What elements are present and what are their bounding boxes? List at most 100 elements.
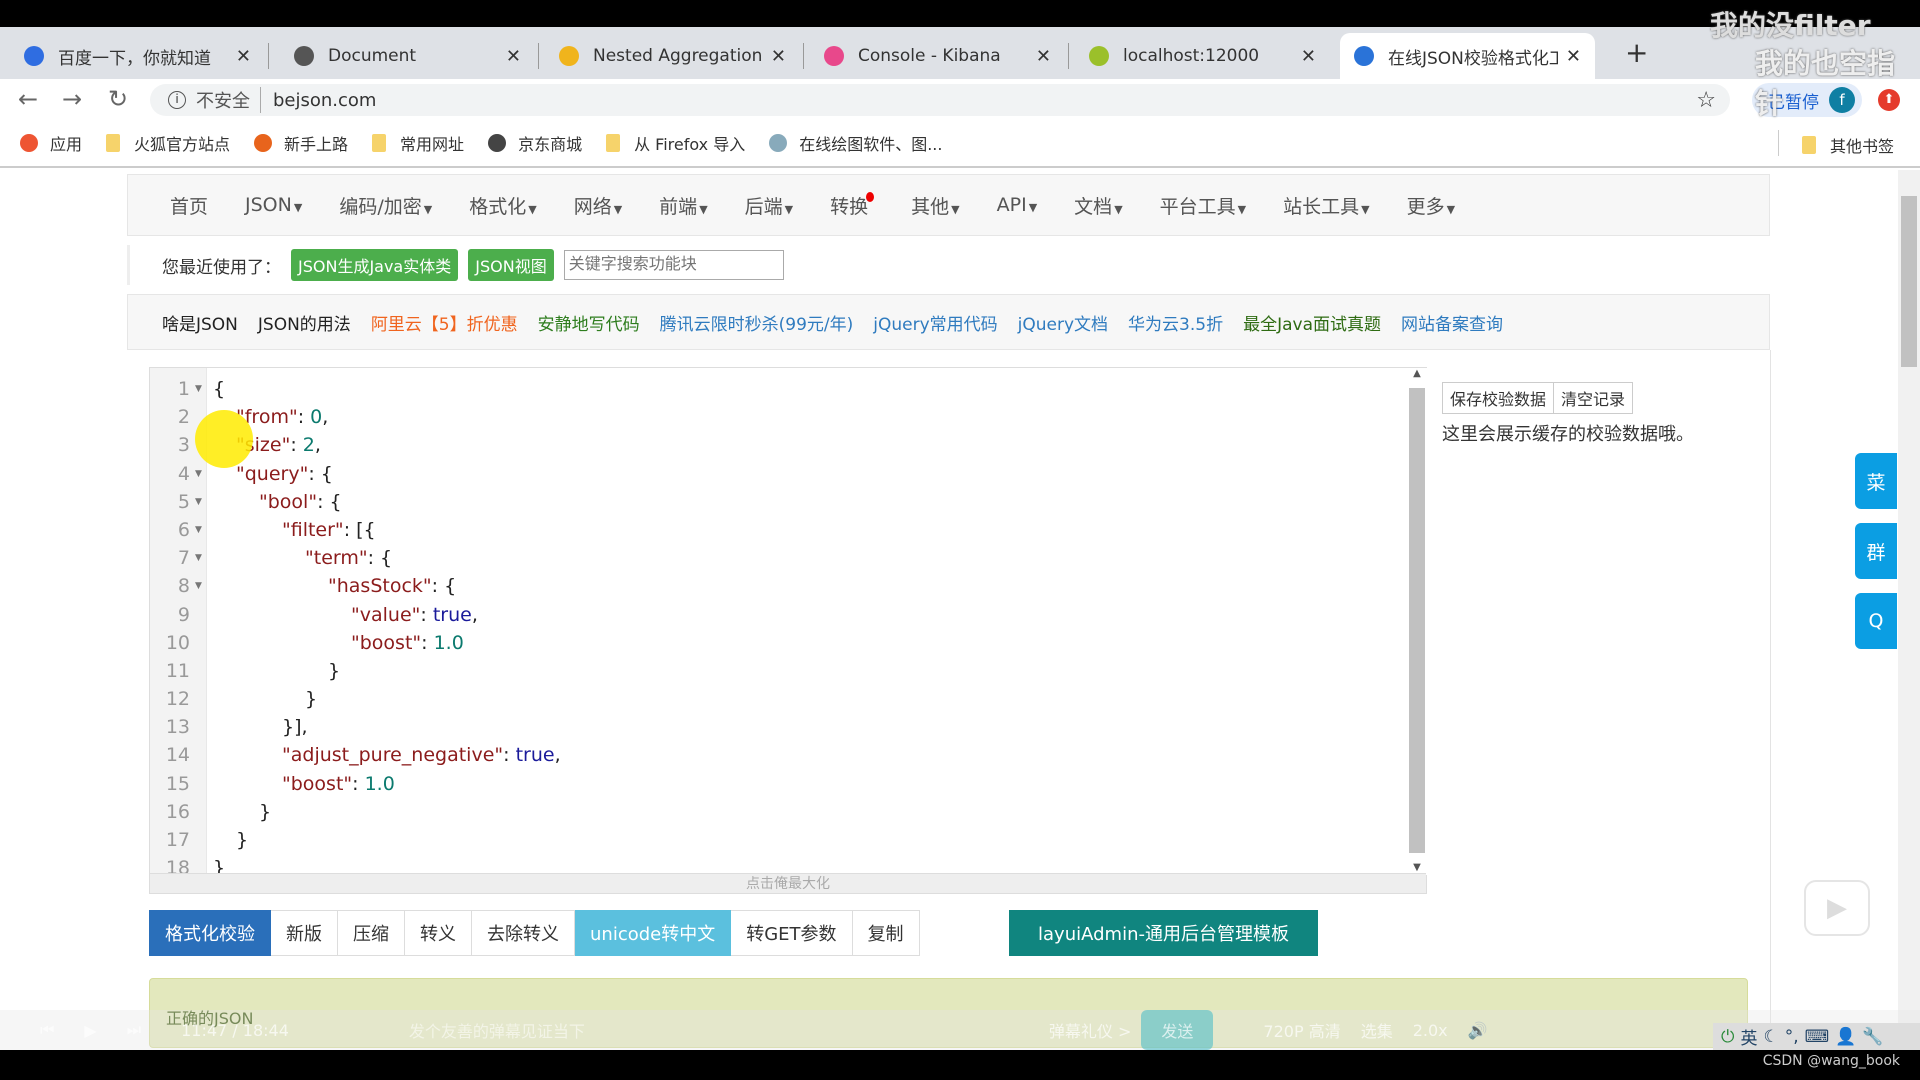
qq-float-button[interactable]: Q [1855, 593, 1897, 649]
danmaku-input[interactable]: 发个友善的弹幕见证当下 [409, 1018, 1029, 1042]
nav-item-1[interactable]: JSON ▼ [245, 194, 302, 216]
bookmark-item[interactable]: 火狐官方站点 [106, 131, 230, 155]
tab-4[interactable]: localhost:12000 ✕ [1075, 33, 1330, 79]
promo-link[interactable]: 阿里云【5】折优惠 [371, 310, 518, 335]
scroll-down-icon[interactable]: ▼ [1407, 862, 1427, 873]
maximize-editor-bar[interactable]: 点击俺最大化 [150, 873, 1426, 893]
toolbar-button-4[interactable]: 去除转义 [472, 910, 575, 956]
page-scroll-thumb[interactable] [1901, 196, 1917, 367]
nav-item-9[interactable]: API ▼ [997, 194, 1038, 216]
tab-close-icon[interactable]: ✕ [506, 46, 521, 67]
ime-language[interactable]: 英 [1740, 1024, 1757, 1049]
bookmark-item[interactable]: 应用 [20, 131, 82, 155]
fold-arrow-icon[interactable]: ▼ [190, 460, 207, 488]
tab-2[interactable]: Nested Aggregation ✕ [545, 33, 800, 79]
bookmark-item[interactable]: 京东商城 [488, 131, 582, 155]
info-icon[interactable]: i [168, 91, 186, 109]
nav-item-13[interactable]: 更多 ▼ [1407, 192, 1455, 219]
nav-item-0[interactable]: 首页 [170, 192, 208, 219]
function-search-input[interactable] [563, 250, 784, 280]
clear-records-button[interactable]: 清空记录 [1554, 382, 1634, 414]
promo-link[interactable]: 安静地写代码 [538, 310, 640, 335]
tab-close-icon[interactable]: ✕ [1566, 46, 1581, 67]
scroll-up-icon[interactable]: ▲ [1407, 368, 1427, 379]
ime-user-icon[interactable]: 👤 [1835, 1027, 1856, 1047]
tab-close-icon[interactable]: ✕ [1036, 46, 1051, 67]
nav-item-5[interactable]: 前端 ▼ [659, 192, 707, 219]
save-validation-button[interactable]: 保存校验数据 [1442, 382, 1555, 414]
bookmark-item[interactable]: 新手上路 [254, 131, 348, 155]
recent-json-to-java-button[interactable]: JSON生成Java实体类 [291, 249, 459, 281]
prev-icon[interactable]: ⏮ [40, 1020, 54, 1040]
tab-5[interactable]: 在线JSON校验格式化工 ✕ [1340, 33, 1595, 79]
tab-3[interactable]: Console - Kibana ✕ [810, 33, 1065, 79]
bookmark-star-icon[interactable]: ☆ [1696, 88, 1716, 113]
nav-item-4[interactable]: 网络 ▼ [574, 192, 622, 219]
fold-arrow-icon[interactable]: ▼ [190, 375, 207, 403]
reload-icon[interactable]: ↻ [108, 85, 128, 113]
promo-link[interactable]: 华为云3.5折 [1128, 310, 1223, 335]
toolbar-button-0[interactable]: 格式化校验 [149, 910, 271, 956]
promo-link[interactable]: jQuery常用代码 [873, 310, 997, 335]
url-text[interactable]: bejson.com [273, 90, 376, 111]
next-icon[interactable]: ⏭ [127, 1020, 141, 1040]
ime-keyboard-icon[interactable]: ⌨ [1805, 1027, 1830, 1047]
tab-close-icon[interactable]: ✕ [1301, 46, 1316, 67]
promo-link[interactable]: 腾讯云限时秒杀(99元/年) [660, 310, 854, 335]
nav-item-3[interactable]: 格式化 ▼ [469, 192, 536, 219]
json-editor[interactable]: 1 ▼{2 "from": 0, 3 "size": 2, 4 ▼ "query": {5 ▼ "… [149, 367, 1427, 894]
new-tab-button[interactable]: + [1625, 36, 1648, 69]
fold-arrow-icon[interactable]: ▼ [190, 544, 207, 572]
nav-item-12[interactable]: 站长工具 ▼ [1283, 192, 1369, 219]
nav-item-7[interactable]: 转换 [830, 191, 875, 219]
speed-button[interactable]: 2.0x [1413, 1021, 1448, 1040]
bookmark-other[interactable]: 其他书签 [1802, 133, 1894, 157]
nav-item-8[interactable]: 其他 ▼ [911, 192, 959, 219]
video-play-icon[interactable]: ▶ [1804, 880, 1870, 936]
promo-link[interactable]: 啥是JSON [162, 310, 238, 335]
promo-link[interactable]: 网站备案查询 [1401, 310, 1503, 335]
fold-arrow-icon[interactable]: ▼ [190, 572, 207, 600]
bookmark-item[interactable]: 从 Firefox 导入 [606, 131, 745, 155]
recent-json-view-button[interactable]: JSON视图 [468, 249, 554, 281]
group-float-button[interactable]: 群 [1855, 523, 1897, 579]
quality-button[interactable]: 720P 高清 [1263, 1018, 1340, 1042]
danmaku-etiquette[interactable]: 弹幕礼仪 > [1049, 1018, 1132, 1042]
toolbar-button-6[interactable]: 转GET参数 [731, 910, 853, 956]
toolbar-button-5[interactable]: unicode转中文 [575, 910, 732, 956]
forward-icon[interactable]: → [62, 85, 82, 113]
menu-float-button[interactable]: 菜 [1855, 453, 1897, 509]
play-icon[interactable]: ▶ [84, 1021, 96, 1040]
send-danmaku-button[interactable]: 发送 [1141, 1010, 1214, 1050]
ime-settings-icon[interactable]: 🔧 [1862, 1027, 1883, 1047]
url-bar[interactable]: i 不安全 bejson.com ☆ [150, 84, 1730, 116]
nav-item-6[interactable]: 后端 ▼ [745, 192, 793, 219]
episodes-button[interactable]: 选集 [1361, 1018, 1393, 1042]
toolbar-button-3[interactable]: 转义 [405, 910, 472, 956]
promo-link[interactable]: JSON的用法 [258, 310, 351, 335]
back-icon[interactable]: ← [18, 85, 38, 113]
tab-0[interactable]: 百度一下，你就知道 ✕ [10, 33, 265, 79]
volume-icon[interactable]: 🔊 [1468, 1021, 1488, 1040]
nav-item-11[interactable]: 平台工具 ▼ [1160, 192, 1246, 219]
fold-arrow-icon[interactable]: ▼ [190, 516, 207, 544]
promo-link[interactable]: 最全Java面试真题 [1243, 310, 1381, 335]
toolbar-button-1[interactable]: 新版 [271, 910, 338, 956]
toolbar-button-7[interactable]: 复制 [852, 910, 920, 956]
tab-close-icon[interactable]: ✕ [236, 46, 251, 67]
toolbar-button-2[interactable]: 压缩 [338, 910, 405, 956]
ime-punct-icon[interactable]: °, [1785, 1027, 1799, 1047]
bookmark-item[interactable]: 常用网址 [372, 131, 464, 155]
tab-close-icon[interactable]: ✕ [771, 46, 786, 67]
ime-logo-icon[interactable]: ⏻ [1721, 1027, 1734, 1047]
code-area[interactable]: 1 ▼{2 "from": 0, 3 "size": 2, 4 ▼ "query": {5 ▼ "… [150, 375, 1405, 875]
bookmark-item[interactable]: 在线绘图软件、图... [769, 131, 942, 155]
nav-item-10[interactable]: 文档 ▼ [1074, 192, 1122, 219]
editor-scroll-thumb[interactable] [1409, 388, 1425, 853]
promo-link[interactable]: jQuery文档 [1018, 310, 1108, 335]
nav-item-2[interactable]: 编码/加密 ▼ [339, 192, 432, 219]
fold-arrow-icon[interactable]: ▼ [190, 488, 207, 516]
tab-1[interactable]: Document ✕ [280, 33, 535, 79]
layui-admin-button[interactable]: layuiAdmin-通用后台管理模板 [1009, 910, 1318, 956]
ime-moon-icon[interactable]: ☾ [1763, 1027, 1778, 1047]
